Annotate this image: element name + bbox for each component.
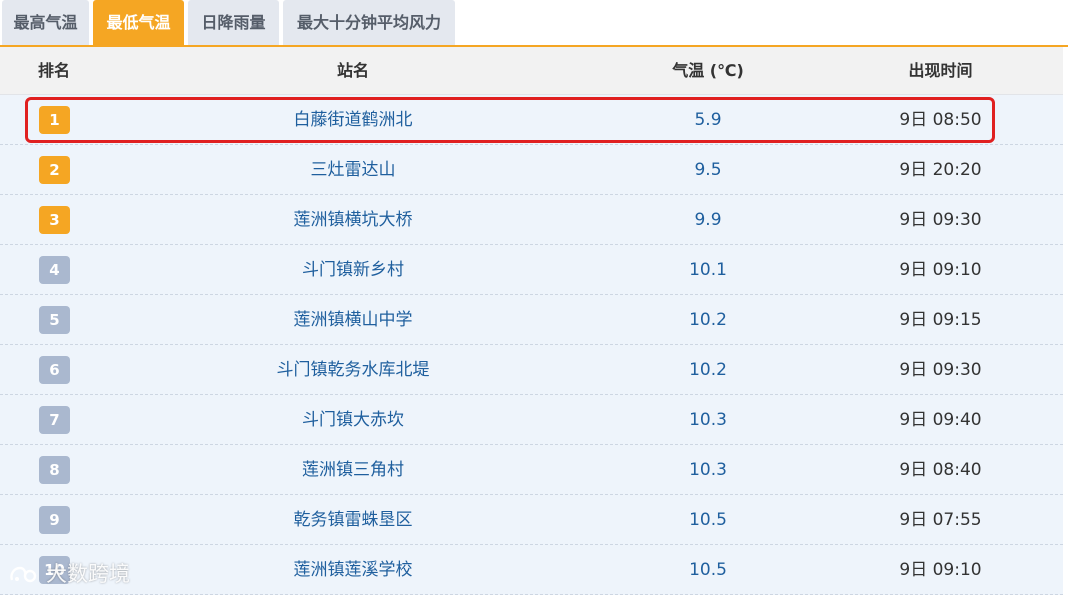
- rank-badge: 3: [39, 206, 70, 234]
- occurrence-time: 9日 09:10: [899, 560, 982, 580]
- table-row[interactable]: 6 斗门镇乾务水库北堤 10.2 9日 09:30: [0, 345, 1063, 395]
- station-name-link[interactable]: 乾务镇雷蛛垦区: [108, 495, 598, 545]
- temperature-value: 10.3: [689, 410, 727, 430]
- station-name-link[interactable]: 莲洲镇莲溪学校: [108, 545, 598, 595]
- table-row[interactable]: 7 斗门镇大赤坎 10.3 9日 09:40: [0, 395, 1063, 445]
- header-time: 出现时间: [908, 61, 973, 80]
- tab-min-temp[interactable]: 最低气温: [93, 0, 184, 45]
- temperature-value: 5.9: [694, 110, 722, 130]
- rank-badge: 2: [39, 156, 70, 184]
- occurrence-time: 9日 09:30: [899, 210, 982, 230]
- rank-badge: 10: [39, 556, 70, 584]
- rank-badge: 9: [39, 506, 70, 534]
- temperature-value: 9.5: [694, 160, 722, 180]
- table-row[interactable]: 9 乾务镇雷蛛垦区 10.5 9日 07:55: [0, 495, 1063, 545]
- temperature-value: 10.1: [689, 260, 727, 280]
- table-row[interactable]: 10 莲洲镇莲溪学校 10.5 9日 09:10: [0, 545, 1063, 595]
- temperature-value: 10.3: [689, 460, 727, 480]
- station-name-link[interactable]: 莲洲镇横坑大桥: [108, 195, 598, 245]
- occurrence-time: 9日 20:20: [899, 160, 982, 180]
- rank-badge: 7: [39, 406, 70, 434]
- station-name-link[interactable]: 三灶雷达山: [108, 145, 598, 195]
- temperature-value: 10.5: [689, 560, 727, 580]
- temperature-value: 9.9: [694, 210, 722, 230]
- table-header: 排名 站名 气温 (℃) 出现时间: [0, 47, 1063, 95]
- rank-badge: 1: [39, 106, 70, 134]
- table-row[interactable]: 1 白藤街道鹤洲北 5.9 9日 08:50: [0, 95, 1063, 145]
- tab-max-temp[interactable]: 最高气温: [2, 0, 89, 45]
- table-row[interactable]: 8 莲洲镇三角村 10.3 9日 08:40: [0, 445, 1063, 495]
- occurrence-time: 9日 08:40: [899, 460, 982, 480]
- table-row[interactable]: 5 莲洲镇横山中学 10.2 9日 09:15: [0, 295, 1063, 345]
- page: 最高气温 最低气温 日降雨量 最大十分钟平均风力 排名 站名 气温 (℃) 出现…: [0, 0, 1068, 595]
- rank-badge: 6: [39, 356, 70, 384]
- rank-badge: 5: [39, 306, 70, 334]
- station-name-link[interactable]: 斗门镇大赤坎: [108, 395, 598, 445]
- occurrence-time: 9日 09:30: [899, 360, 982, 380]
- occurrence-time: 9日 09:10: [899, 260, 982, 280]
- table-row[interactable]: 2 三灶雷达山 9.5 9日 20:20: [0, 145, 1063, 195]
- station-name-link[interactable]: 莲洲镇三角村: [108, 445, 598, 495]
- table-row[interactable]: 3 莲洲镇横坑大桥 9.9 9日 09:30: [0, 195, 1063, 245]
- temperature-value: 10.2: [689, 360, 727, 380]
- temperature-value: 10.5: [689, 510, 727, 530]
- header-rank: 排名: [37, 61, 70, 80]
- header-temp[interactable]: 气温 (℃): [598, 47, 818, 95]
- table-row[interactable]: 4 斗门镇新乡村 10.1 9日 09:10: [0, 245, 1063, 295]
- station-name-link[interactable]: 斗门镇新乡村: [108, 245, 598, 295]
- occurrence-time: 9日 08:50: [899, 110, 982, 130]
- occurrence-time: 9日 09:15: [899, 310, 982, 330]
- occurrence-time: 9日 07:55: [899, 510, 982, 530]
- tab-max-10min-wind[interactable]: 最大十分钟平均风力: [283, 0, 455, 45]
- tab-daily-rainfall[interactable]: 日降雨量: [188, 0, 279, 45]
- station-name-link[interactable]: 白藤街道鹤洲北: [108, 95, 598, 145]
- temperature-value: 10.2: [689, 310, 727, 330]
- table-body: 1 白藤街道鹤洲北 5.9 9日 08:50 2 三灶雷达山 9.5 9日 20:20 3 莲洲镇…: [0, 95, 1063, 595]
- tab-bar: 最高气温 最低气温 日降雨量 最大十分钟平均风力: [0, 0, 1068, 47]
- station-name-link[interactable]: 斗门镇乾务水库北堤: [108, 345, 598, 395]
- rank-badge: 8: [39, 456, 70, 484]
- rank-badge: 4: [39, 256, 70, 284]
- occurrence-time: 9日 09:40: [899, 410, 982, 430]
- header-station: 站名: [336, 61, 369, 80]
- station-name-link[interactable]: 莲洲镇横山中学: [108, 295, 598, 345]
